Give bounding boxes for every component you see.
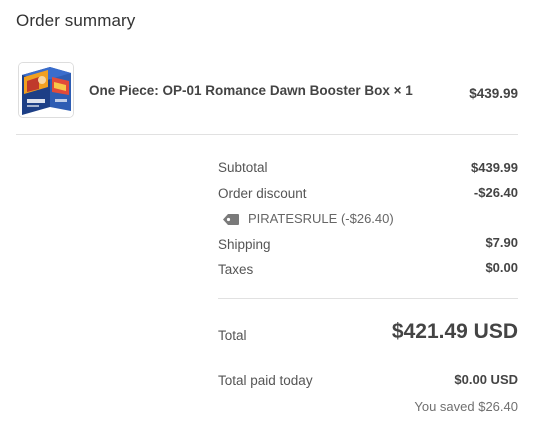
order-discount-label: Order discount [218,186,307,201]
order-summary-title: Order summary [16,11,136,30]
total-label: Total [218,328,247,343]
line-item: One Piece: OP-01 Romance Dawn Booster Bo… [18,62,518,118]
total-paid-today-label: Total paid today [218,373,313,388]
subtotal-label: Subtotal [218,160,268,175]
total-value: $421.49 USD [391,320,518,343]
taxes-value: $0.00 [485,260,518,275]
product-name: One Piece: OP-01 Romance Dawn Booster Bo… [89,83,413,98]
discount-code-text: PIRATESRULE (-$26.40) [248,211,394,226]
subtotal-value: $439.99 [471,160,518,175]
divider [16,134,518,135]
product-price: $439.99 [469,86,518,101]
taxes-label: Taxes [218,262,254,277]
total-paid-today-value: $0.00 USD [454,372,518,387]
shipping-value: $7.90 [485,235,518,250]
price-tag-icon [222,212,240,230]
savings-text: You saved $26.40 [414,399,518,414]
order-discount-value: -$26.40 [473,185,518,200]
shipping-label: Shipping [218,237,271,252]
divider [218,298,518,299]
product-thumbnail [18,62,74,118]
